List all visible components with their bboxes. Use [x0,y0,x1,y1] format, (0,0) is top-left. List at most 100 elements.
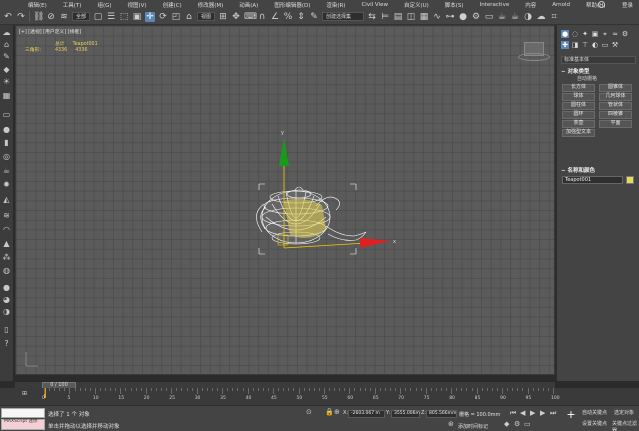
go-to-start-icon[interactable]: ⏮ [510,409,516,418]
set-key-button[interactable]: 设置关键点 [582,420,607,427]
menu-interactive[interactable]: Interactive [472,2,518,8]
lights-icon[interactable]: ☀ [2,77,11,86]
toggle-ribbon-icon[interactable]: ▦ [419,12,429,22]
cameras-icon[interactable]: ▣ [591,30,599,38]
search-icon[interactable] [598,1,605,8]
geometry-icon[interactable]: ● [561,30,569,38]
percent-snap-icon[interactable]: % [283,12,293,22]
helpers-icon[interactable]: ⌖ [601,30,609,38]
hair-icon[interactable]: ≋ [2,211,11,220]
login-link[interactable]: 登录 [622,1,633,9]
hierarchy-tab-icon[interactable]: ⊤ [581,41,589,49]
y-coordinate-field[interactable]: 3555.006m [391,410,420,418]
menu-arnold[interactable]: Arnold [544,2,578,8]
material-sphere-icon[interactable]: ● [2,283,11,292]
menu-create[interactable]: 创建(C) [155,1,190,9]
undo-icon[interactable]: ↶ [3,12,13,22]
menu-rendering[interactable]: 渲染(R) [318,1,353,9]
mirror-icon[interactable]: ⇆ [367,12,377,22]
freeform-icon[interactable]: ☁ [2,28,11,37]
manipulate-icon[interactable]: ✥ [231,12,241,22]
select-object-icon[interactable]: ▢ [93,12,103,22]
object-color-swatch[interactable] [626,176,634,184]
unlink-icon[interactable]: ⊘ [46,12,56,22]
selection-lock-icon[interactable]: 🔒 [325,408,334,416]
box-icon[interactable]: ▭ [2,110,11,119]
sphere-icon[interactable]: ● [2,125,11,134]
selection-icon[interactable]: ⌂ [2,40,11,49]
menu-group[interactable]: 组(G) [89,1,119,9]
torus-icon[interactable]: ◎ [2,152,11,161]
box-button[interactable]: 长方体 [562,84,595,92]
render-iterative-icon[interactable]: ☕ [510,12,520,22]
a360-gallery-icon[interactable]: ⌗ [549,12,559,22]
teapot-icon[interactable]: ☕ [2,166,11,175]
toggle-layer-explorer-icon[interactable]: ◫ [406,12,416,22]
select-and-place-icon[interactable]: ⌂ [184,12,194,22]
menu-animation[interactable]: 动画(A) [231,1,266,9]
geosphere-button[interactable]: 几何球体 [599,93,632,101]
menu-help[interactable]: 帮助(H) [578,1,613,9]
select-and-scale-icon[interactable]: ◰ [171,12,181,22]
material-editor-icon[interactable]: ● [458,12,468,22]
shapes-icon[interactable]: ◌ [571,30,579,38]
key-mode-icon[interactable]: ◆ [504,420,509,428]
align-icon[interactable]: ⊨ [380,12,390,22]
go-to-end-icon[interactable]: ⏭ [550,409,556,418]
teapot-button[interactable]: 茶壶 [562,120,595,128]
display-tab-icon[interactable]: ▭ [601,41,609,49]
render-in-cloud-icon[interactable]: ☁ [536,12,546,22]
snaps-toggle-icon[interactable]: ∩ [257,12,267,22]
absolute-mode-icon[interactable]: ⊕ [334,408,340,416]
menu-customize[interactable]: 自定义(U) [396,1,437,9]
object-name-field[interactable]: Teapot001 [562,176,623,184]
perspective-viewport[interactable]: [+] [透视] [用户定义] [线框] 总计 Teapot001 三角形: 4… [15,25,555,375]
map-icon[interactable]: ◑ [2,307,11,316]
auto-key-button[interactable]: 自动关键点 [582,409,607,416]
textplus-button[interactable]: 加强型文本 [562,129,595,137]
plane-button[interactable]: 平面 [599,120,632,128]
gizmo-y-arrow[interactable] [279,138,289,166]
track-bar[interactable]: ⊞ 0 5 10 15 20 25 30 35 40 45 50 55 60 65 70 75 80 85 90 95… [0,388,639,405]
menu-civil-view[interactable]: Civil View [353,2,395,8]
key-filters-button[interactable]: 关键点过滤器... [612,420,639,431]
torus-button[interactable]: 圆环 [562,111,595,119]
tube-button[interactable]: 管状体 [599,102,632,110]
named-selection-dropdown[interactable]: 创建选择集 [322,12,365,21]
menu-scripting[interactable]: 脚本(S) [437,1,472,9]
name-and-color-header[interactable]: − 名称和颜色 [561,166,636,174]
mini-curve-editor-icon[interactable]: ⊞ [22,390,27,397]
menu-graph-editors[interactable]: 图形编辑器(D) [266,1,318,9]
bind-spacewarp-icon[interactable]: ≋ [59,12,69,22]
maxscript-mini-listener[interactable]: MAXScript 迷你 [1,419,45,430]
battery-icon[interactable]: ▯ [2,325,11,334]
modify-tab-icon[interactable]: ◨ [571,41,579,49]
cylinder-icon[interactable]: ▮ [2,138,11,147]
create-tab-icon[interactable]: ✚ [561,41,569,49]
populate-icon[interactable]: ◆ [2,65,11,74]
frame-field-icon[interactable]: ▭ [524,420,531,428]
render-setup-icon[interactable]: ⚙ [471,12,481,22]
select-and-move-icon[interactable]: ✛ [145,11,156,22]
multi-material-icon[interactable]: ◕ [2,295,11,304]
menu-view[interactable]: 视图(V) [120,1,155,9]
gizmo-x-arrow[interactable] [360,238,390,248]
menu-edit[interactable]: 编辑(E) [20,1,55,9]
systems-icon[interactable]: ⚙ [621,30,629,38]
selected-object-dropdown[interactable]: 选定对象 [614,409,634,416]
z-coordinate-field[interactable]: 805.566mm [426,410,457,418]
curve-editor-icon[interactable]: ∿ [432,12,442,22]
selection-filter-dropdown[interactable]: 全部 [72,12,91,21]
sun-icon[interactable]: ✹ [2,180,11,189]
primitive-type-dropdown[interactable]: 标准基本体 [561,56,636,64]
rectangular-selection-icon[interactable]: ⬚ [119,12,129,22]
time-config-icon[interactable]: ⚙ [514,420,520,428]
select-and-rotate-icon[interactable]: ⟳ [158,12,168,22]
redo-icon[interactable]: ↷ [16,12,26,22]
edit-named-selection-icon[interactable]: ✎ [309,12,319,22]
toggle-scene-explorer-icon[interactable]: ▤ [393,12,403,22]
x-coordinate-field[interactable]: -2603.067 m [348,410,385,418]
pyramid-button[interactable]: 四棱锥 [599,111,632,119]
terrain-icon[interactable]: ▲ [2,239,11,248]
keyboard-shortcut-icon[interactable]: ⌨ [244,12,257,22]
